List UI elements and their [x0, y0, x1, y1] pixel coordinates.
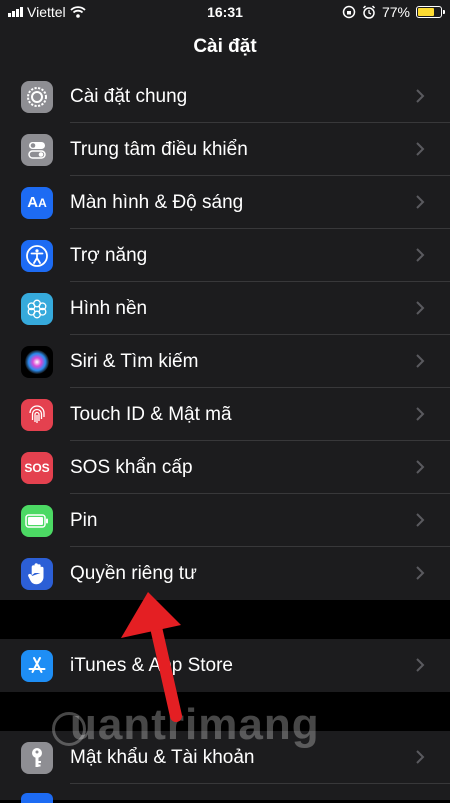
annotation-arrow — [121, 592, 182, 722]
